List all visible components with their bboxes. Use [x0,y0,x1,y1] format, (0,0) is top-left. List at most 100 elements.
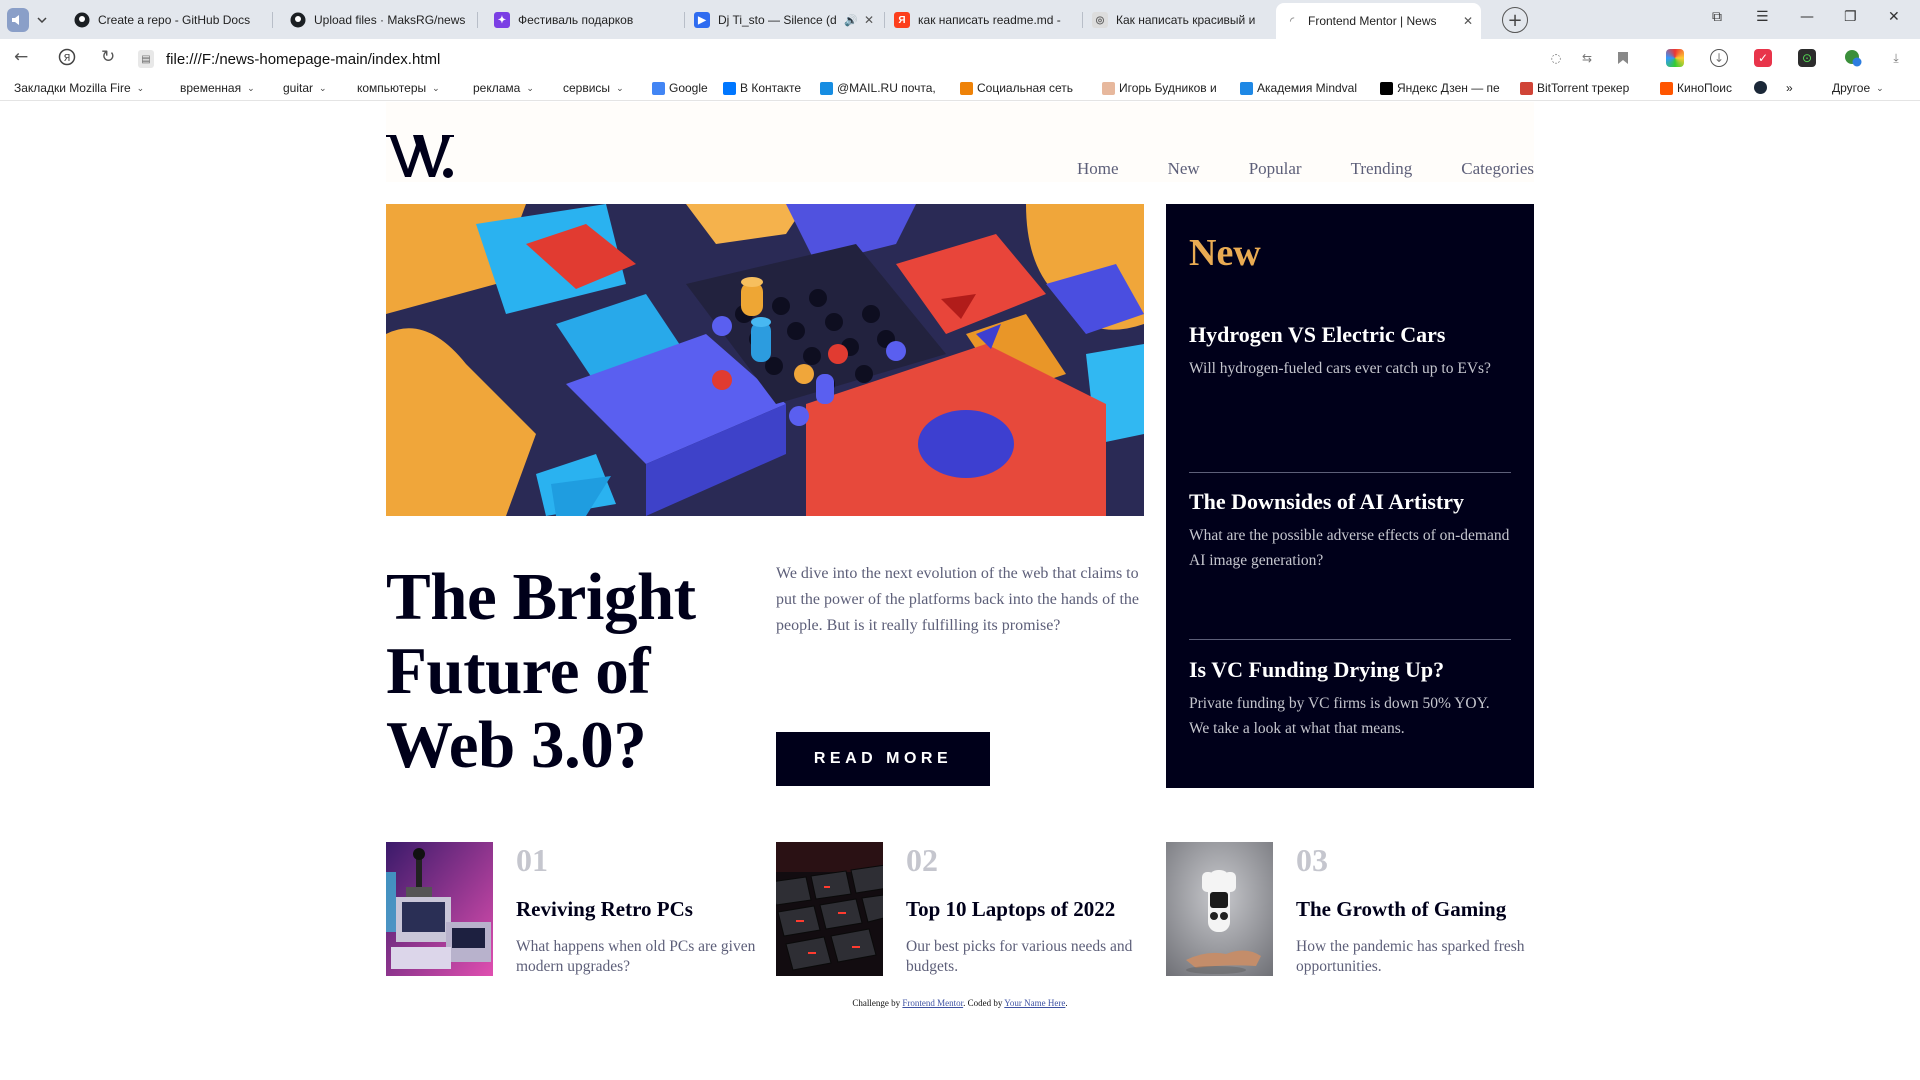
downloads-icon[interactable]: ⤓ [1887,49,1905,67]
article-card[interactable]: 01 Reviving Retro PCs What happens when … [386,842,756,976]
card-text: How the pandemic has sparked fresh oppor… [1296,938,1525,975]
restore-icon[interactable]: ❐ [1844,9,1857,25]
tab-separator [684,12,685,28]
bookmark-item[interactable]: Google [652,81,708,95]
bookmark-item[interactable]: В Контакте [723,81,801,95]
extension-icon[interactable]: ⊙ [1798,49,1816,67]
new-item[interactable]: Hydrogen VS Electric Cars Will hydrogen-… [1189,322,1511,381]
menu-icon[interactable]: ☰ [1756,9,1769,25]
laptop-keyboard-thumbnail[interactable] [776,842,883,976]
chevron-down-icon: ⌄ [247,82,255,93]
bookmark-label: Игорь Будников и [1119,81,1217,95]
bookmark-favicon-icon [1380,81,1393,95]
vpn-globe-icon[interactable] [1844,49,1862,67]
minimize-icon[interactable]: — [1800,9,1814,25]
tab-list-chevron-icon[interactable] [32,8,52,32]
bookmark-item[interactable]: Яндекс Дзен — пе [1380,81,1500,95]
bookmark-item[interactable]: КиноПоис [1660,81,1732,95]
new-item-title[interactable]: Hydrogen VS Electric Cars [1189,322,1511,348]
bookmark-item[interactable]: временная ⌄ [180,81,255,95]
bookmark-label: Закладки Mozilla Fire [14,81,131,95]
play-icon: ▶ [694,12,710,28]
chevron-down-icon: ⌄ [526,82,534,93]
new-item-title[interactable]: Is VC Funding Drying Up? [1189,657,1511,683]
bookmark-icon[interactable] [1614,49,1632,67]
attribution-prefix: Challenge by [852,998,901,1008]
nav-popular[interactable]: Popular [1249,159,1302,179]
audio-playing-icon[interactable]: 🔊 [844,14,858,27]
bookmark-label: КиноПоис [1677,81,1732,95]
card-title[interactable]: Reviving Retro PCs [516,897,693,922]
tab-yandex-readme[interactable]: Я как написать readme.md - [886,5,1080,35]
bookmark-favicon-icon [960,81,973,95]
steam-bookmark-icon[interactable] [1754,81,1771,94]
gamepad-thumbnail[interactable] [1166,842,1273,976]
bookmark-label: Академия Mindval [1257,81,1358,95]
logo[interactable] [386,133,454,179]
frontend-mentor-link[interactable]: Frontend Mentor [902,998,963,1008]
browser-toolbar: ← Я ↻ ▤ ◌ ⇆ ↓ ✓ ⊙ ⤓ [0,39,1920,77]
card-title[interactable]: Top 10 Laptops of 2022 [906,897,1115,922]
read-more-button[interactable]: READ MORE [776,732,990,786]
bookmark-item[interactable]: Игорь Будников и [1102,81,1217,95]
nav-categories[interactable]: Categories [1461,159,1534,179]
tab-github-upload[interactable]: Upload files · MaksRG/news [282,5,474,35]
bookmark-item[interactable]: Социальная сеть [960,81,1073,95]
retro-pcs-thumbnail[interactable] [386,842,493,976]
yandex-shield-icon[interactable]: Я [58,48,76,71]
bookmark-item[interactable]: Закладки Mozilla Fire ⌄ [14,81,144,95]
tab-github-docs[interactable]: Create a repo - GitHub Docs [66,5,270,35]
article-card[interactable]: 03 The Growth of Gaming How the pandemic… [1166,842,1536,976]
card-number: 03 [1296,842,1328,878]
new-item[interactable]: Is VC Funding Drying Up? Private funding… [1189,657,1511,741]
more-bookmarks-chevron-icon[interactable]: » [1786,81,1793,95]
bookmark-favicon-icon [1660,81,1673,95]
tab-article[interactable]: ◎ Как написать красивый и [1084,5,1272,35]
translate-icon[interactable]: ⇆ [1578,49,1596,67]
sound-icon[interactable] [7,8,29,32]
bookmark-item[interactable]: BitTorrent трекер [1520,81,1629,95]
pocket-icon[interactable]: ✓ [1754,49,1772,67]
close-icon[interactable]: ✕ [1463,14,1473,28]
reload-icon[interactable]: ↻ [101,47,115,67]
tab-label: Фестиваль подарков [518,13,634,27]
reader-icon[interactable]: ◌ [1547,49,1565,67]
other-bookmarks-label: Другое [1832,81,1871,95]
url-input[interactable] [166,50,966,68]
new-item-text: What are the possible adverse effects of… [1189,527,1510,569]
bookmark-item[interactable]: guitar ⌄ [283,81,327,95]
address-bar[interactable]: ▤ [138,45,1548,73]
window-close-icon[interactable]: ✕ [1888,9,1900,25]
bookmark-label: @MAIL.RU почта, [837,81,936,95]
gift-icon: ✦ [494,12,510,28]
tab-frontend-mentor-active[interactable]: ◜ Frontend Mentor | News ✕ [1276,3,1481,39]
nav-new[interactable]: New [1168,159,1200,179]
back-arrow-icon[interactable]: ← [14,47,28,67]
article-card[interactable]: 02 Top 10 Laptops of 2022 Our best picks… [776,842,1146,976]
nav-trending[interactable]: Trending [1351,159,1413,179]
other-bookmarks[interactable]: Другое ⌄ [1832,81,1884,95]
bookmark-label: компьютеры [357,81,427,95]
chevron-down-icon: ⌄ [1876,82,1884,93]
chevron-down-icon: ⌄ [319,82,327,93]
bookmark-item[interactable]: сервисы ⌄ [563,81,624,95]
new-tab-plus-icon[interactable]: + [1502,7,1528,33]
bookmark-item[interactable]: реклама ⌄ [473,81,534,95]
browser-tab-bar: Create a repo - GitHub Docs Upload files… [0,0,1920,39]
new-item-title[interactable]: The Downsides of AI Artistry [1189,489,1511,515]
bookmark-item[interactable]: компьютеры ⌄ [357,81,440,95]
color-extension-icon[interactable] [1666,49,1684,67]
tab-label: Frontend Mentor | News [1308,14,1437,28]
tab-gift-festival[interactable]: ✦ Фестиваль подарков [486,5,682,35]
tab-collections-icon[interactable]: ⧉ [1712,9,1722,25]
download-circle-icon[interactable]: ↓ [1710,49,1728,67]
bookmark-item[interactable]: @MAIL.RU почта, [820,81,936,95]
new-item[interactable]: The Downsides of AI Artistry What are th… [1189,489,1511,573]
tab-music[interactable]: ▶ Dj Ti_sto — Silence (d 🔊 ✕ [686,5,882,35]
nav-home[interactable]: Home [1077,159,1119,179]
bookmark-item[interactable]: Академия Mindval [1240,81,1357,95]
close-icon[interactable]: ✕ [864,13,874,27]
card-title[interactable]: The Growth of Gaming [1296,897,1506,922]
author-link[interactable]: Your Name Here [1004,998,1065,1008]
tab-separator [1082,12,1083,28]
